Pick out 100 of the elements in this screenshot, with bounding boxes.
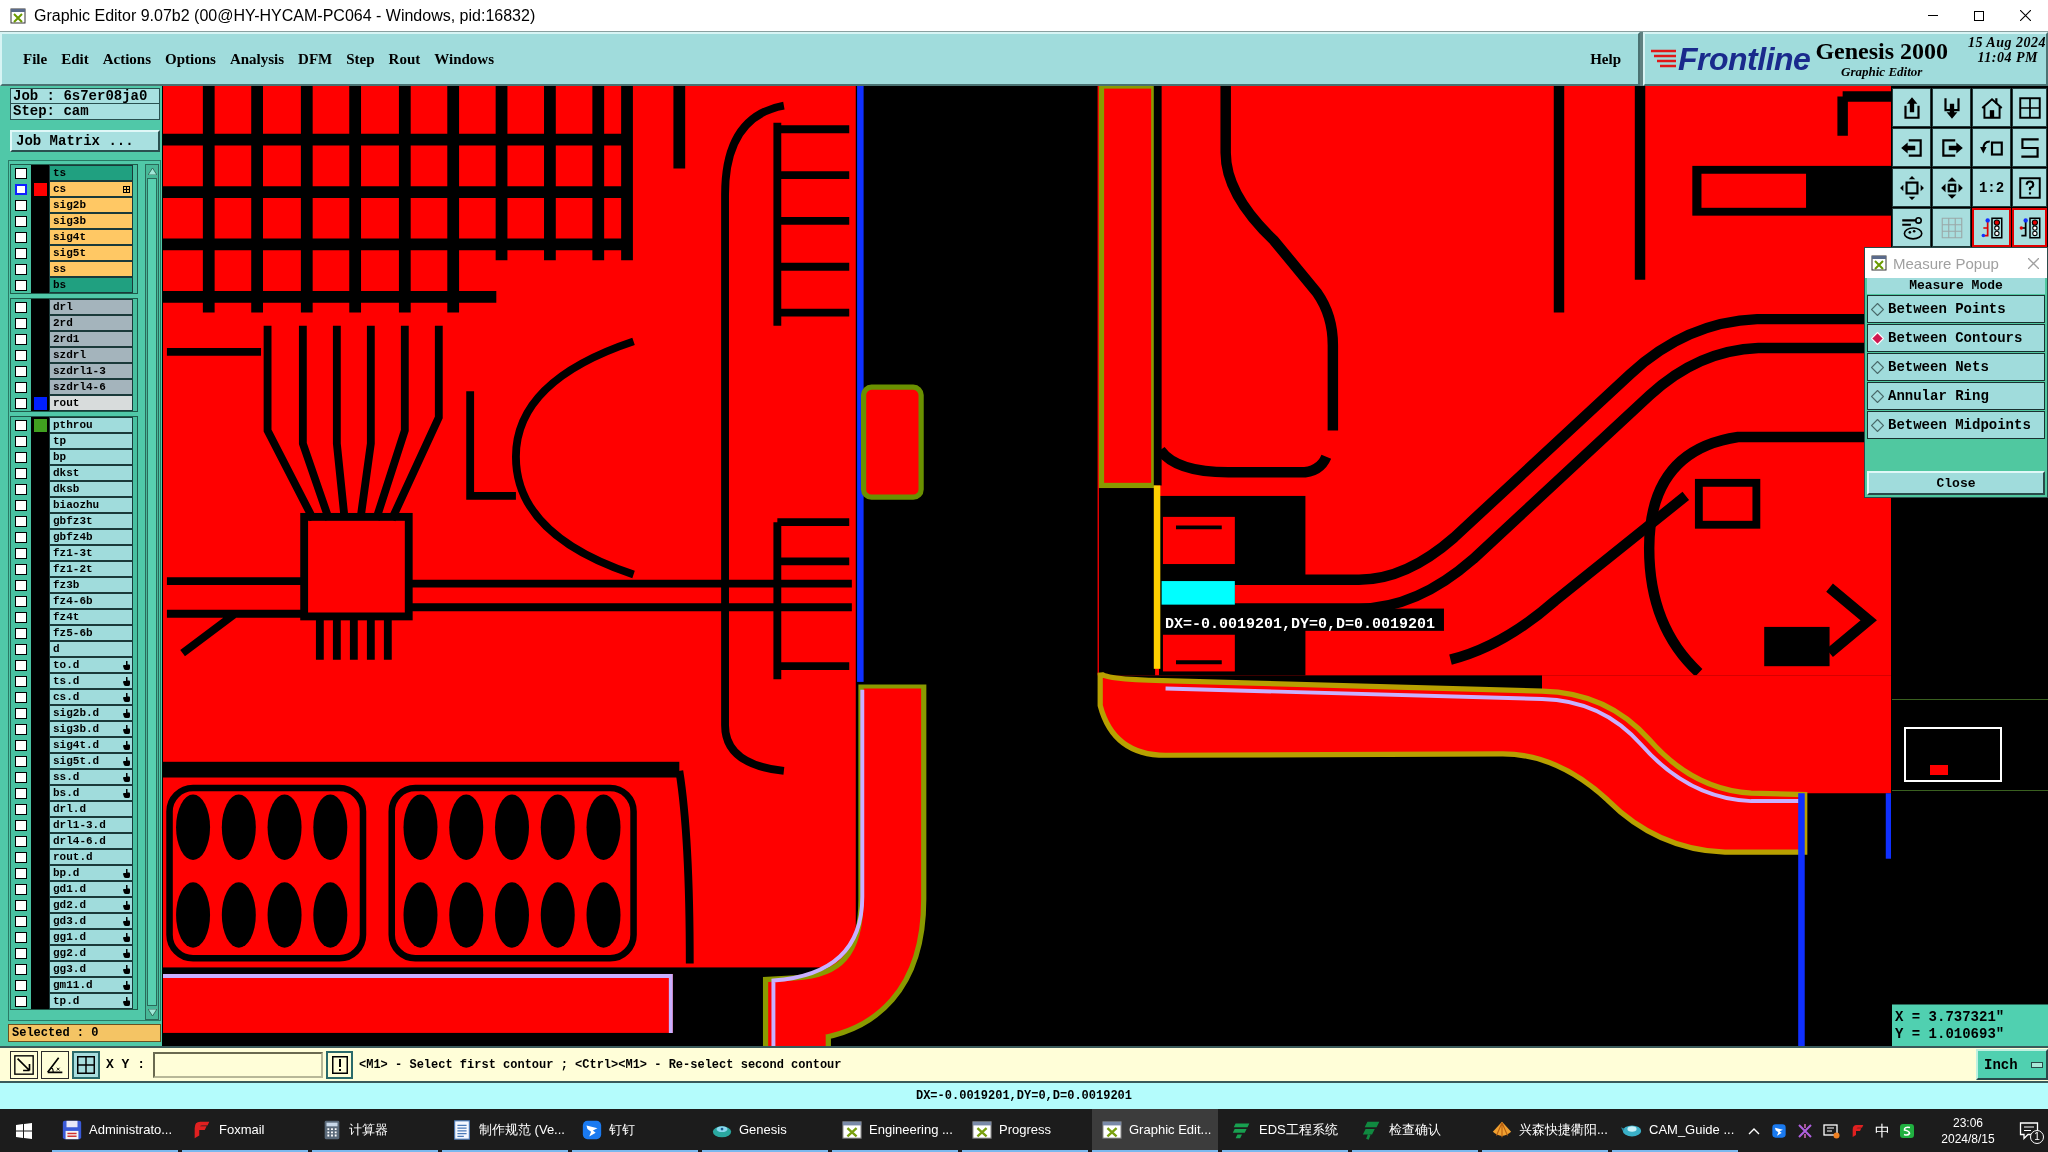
notification-button[interactable]: 1: [2006, 1109, 2048, 1152]
layer-checkbox[interactable]: [15, 819, 27, 831]
layer-checkbox[interactable]: [15, 963, 27, 975]
toolbar-button[interactable]: [1932, 128, 1971, 167]
layer-checkbox[interactable]: [15, 995, 27, 1007]
mode-option[interactable]: Between Nets: [1867, 353, 2045, 381]
layer-checkbox[interactable]: [15, 595, 27, 607]
layer-item[interactable]: sig3b: [49, 213, 133, 229]
layer-checkbox[interactable]: [15, 611, 27, 623]
layer-item[interactable]: fz1-3t: [49, 545, 133, 561]
menu-item[interactable]: Options: [158, 51, 223, 67]
mode-option[interactable]: Between Contours: [1867, 324, 2045, 352]
layer-item[interactable]: fz1-2t: [49, 561, 133, 577]
menu-item[interactable]: Edit: [54, 51, 96, 67]
swoosh-logo-icon[interactable]: [1850, 1122, 1866, 1139]
layer-item[interactable]: gd2.d: [49, 897, 133, 913]
layer-item[interactable]: pthrou: [49, 417, 133, 433]
wing-logo-icon[interactable]: [1771, 1122, 1787, 1139]
tool-button[interactable]: [10, 1050, 38, 1079]
layer-checkbox[interactable]: [15, 419, 27, 431]
scrollbar-thumb[interactable]: [147, 178, 157, 1006]
layer-item[interactable]: gm11.d: [49, 977, 133, 993]
layer-item[interactable]: ts: [49, 165, 133, 181]
alert-button[interactable]: [326, 1050, 353, 1079]
layer-checkbox[interactable]: [15, 851, 27, 863]
toolbar-button[interactable]: [1932, 88, 1971, 127]
layer-checkbox[interactable]: [15, 381, 27, 393]
toolbar-button[interactable]: [1972, 128, 2011, 167]
layer-item[interactable]: to.d: [49, 657, 133, 673]
toolbar-button[interactable]: [1892, 88, 1931, 127]
mode-option[interactable]: Between Midpoints: [1867, 411, 2045, 439]
toolbar-button[interactable]: [1972, 208, 2011, 247]
units-dropdown[interactable]: Inch: [1976, 1049, 2048, 1080]
layer-checkbox[interactable]: [15, 691, 27, 703]
close-button[interactable]: Close: [1867, 471, 2045, 495]
layer-checkbox[interactable]: [15, 435, 27, 447]
layer-checkbox[interactable]: [15, 333, 27, 345]
layer-checkbox[interactable]: [15, 531, 27, 543]
layer-checkbox[interactable]: [15, 723, 27, 735]
scroll-up-button[interactable]: [146, 165, 158, 178]
layer-checkbox[interactable]: [15, 317, 27, 329]
taskbar-item[interactable]: Graphic Edit...: [1092, 1109, 1218, 1152]
scroll-down-button[interactable]: [146, 1006, 158, 1019]
layer-item[interactable]: ts.d: [49, 673, 133, 689]
layer-checkbox[interactable]: [15, 467, 27, 479]
layer-item[interactable]: drl1-3.d: [49, 817, 133, 833]
layer-checkbox[interactable]: [15, 739, 27, 751]
layer-item[interactable]: sig2b: [49, 197, 133, 213]
toolbar-button[interactable]: [1892, 208, 1931, 247]
layer-item[interactable]: rout.d: [49, 849, 133, 865]
mode-option[interactable]: Between Points: [1867, 295, 2045, 323]
layer-item[interactable]: 2rd: [49, 315, 133, 331]
layer-checkbox[interactable]: [15, 675, 27, 687]
layer-item[interactable]: sig5t.d: [49, 753, 133, 769]
layer-checkbox[interactable]: [15, 247, 27, 259]
scrollbar-track[interactable]: [145, 164, 159, 1020]
layer-item[interactable]: tp: [49, 433, 133, 449]
help-menu[interactable]: Help: [1583, 51, 1628, 67]
layer-checkbox[interactable]: [15, 627, 27, 639]
app-tile-icon[interactable]: [1899, 1122, 1915, 1139]
layer-checkbox[interactable]: [15, 349, 27, 361]
toolbar-button[interactable]: [1972, 88, 2011, 127]
mode-option[interactable]: Annular Ring: [1867, 382, 2045, 410]
layer-item[interactable]: sig4t: [49, 229, 133, 245]
layer-item[interactable]: sig2b.d: [49, 705, 133, 721]
layer-checkbox[interactable]: [15, 707, 27, 719]
menu-item[interactable]: Step: [339, 51, 382, 67]
layer-item[interactable]: fz3b: [49, 577, 133, 593]
layer-item[interactable]: gbfz3t: [49, 513, 133, 529]
layer-item[interactable]: ss: [49, 261, 133, 277]
layer-item[interactable]: d: [49, 641, 133, 657]
toolbar-button[interactable]: [1932, 208, 1971, 247]
layer-checkbox[interactable]: [15, 755, 27, 767]
layer-checkbox[interactable]: [15, 771, 27, 783]
chevron-up-icon[interactable]: [1748, 1126, 1760, 1135]
layer-item[interactable]: cs.d: [49, 689, 133, 705]
layer-item[interactable]: bp.d: [49, 865, 133, 881]
layer-checkbox[interactable]: [15, 279, 27, 291]
layer-checkbox[interactable]: [15, 835, 27, 847]
toolbar-button[interactable]: [2012, 88, 2047, 127]
toolbar-button[interactable]: 1:2: [1972, 168, 2011, 207]
menu-item[interactable]: DFM: [291, 51, 340, 67]
clock[interactable]: 23:06 2024/8/15: [1930, 1114, 2006, 1147]
layer-checkbox[interactable]: [15, 883, 27, 895]
layer-item[interactable]: bp: [49, 449, 133, 465]
layer-item[interactable]: gd3.d: [49, 913, 133, 929]
menu-item[interactable]: Rout: [381, 51, 428, 67]
layer-item[interactable]: szdrl: [49, 347, 133, 363]
menu-item[interactable]: Windows: [427, 51, 501, 67]
layer-checkbox[interactable]: [15, 787, 27, 799]
layer-checkbox[interactable]: [15, 547, 27, 559]
layer-checkbox[interactable]: [15, 483, 27, 495]
layer-item[interactable]: cs: [49, 181, 133, 197]
overview-map[interactable]: [1892, 699, 2048, 791]
layer-checkbox[interactable]: [15, 365, 27, 377]
layer-checkbox[interactable]: [15, 979, 27, 991]
layer-checkbox[interactable]: [15, 451, 27, 463]
layer-checkbox[interactable]: [15, 899, 27, 911]
layer-item[interactable]: dksb: [49, 481, 133, 497]
coordinate-input-field[interactable]: [153, 1051, 323, 1078]
